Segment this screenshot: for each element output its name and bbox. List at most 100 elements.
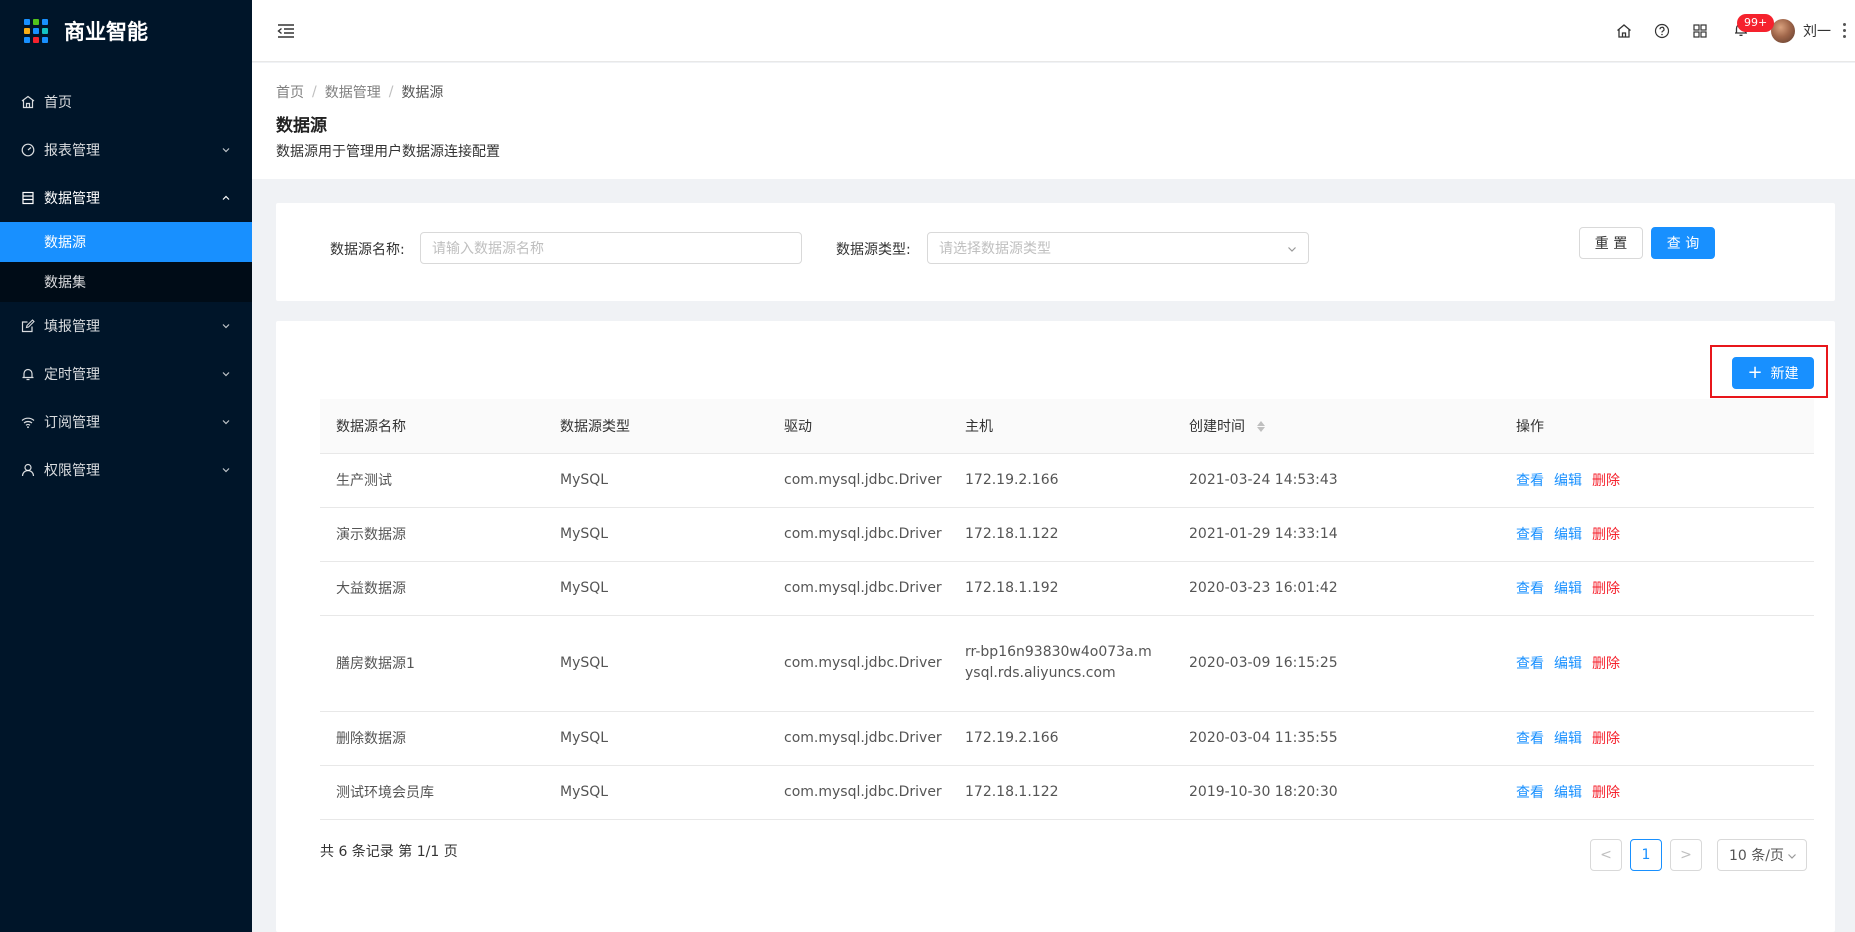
column-header-name: 数据源名称 [320,399,544,454]
edit-link[interactable]: 编辑 [1554,785,1582,801]
menu-fold-icon[interactable] [276,21,296,41]
plus-icon: + [1747,362,1763,383]
edit-link[interactable]: 编辑 [1554,656,1582,672]
sidebar-item-subscription-management[interactable]: 订阅管理 [0,398,252,446]
avatar[interactable] [1771,18,1795,43]
sidebar-item-reports[interactable]: 报表管理 [0,126,252,174]
app-title: 商业智能 [64,20,148,44]
sidebar-item-permission-management[interactable]: 权限管理 [0,446,252,494]
cell-created: 2021-01-29 14:33:14 [1173,507,1500,562]
sidebar-item-label: 定时管理 [44,367,100,383]
view-link[interactable]: 查看 [1516,581,1544,597]
logo[interactable]: 商业智能 [0,0,252,62]
cell-host: 172.19.2.166 [949,453,1173,508]
notification-badge: 99+ [1737,13,1775,32]
sort-icon[interactable] [1257,421,1266,433]
delete-link[interactable]: 删除 [1592,581,1620,597]
reset-button[interactable]: 重 置 [1579,227,1643,259]
cell-actions: 查看 编辑 删除 [1500,615,1814,712]
chevron-down-icon [1286,243,1298,255]
breadcrumb-separator: / [388,84,394,100]
table-row: 大益数据源 MySQL com.mysql.jdbc.Driver 172.18… [320,561,1814,616]
apps-grid-icon[interactable] [1681,12,1719,50]
datasource-type-select[interactable]: 请选择数据源类型 [927,232,1309,264]
sidebar-item-datasource[interactable]: 数据源 [0,222,252,262]
cell-type: MySQL [544,453,768,508]
logo-dot [24,28,30,34]
sidebar-item-label: 订阅管理 [44,415,100,431]
cell-actions: 查看 编辑 删除 [1500,711,1814,766]
more-vertical-icon[interactable] [1843,23,1849,38]
edit-link[interactable]: 编辑 [1554,527,1582,543]
edit-link[interactable]: 编辑 [1554,473,1582,489]
chevron-down-icon [1786,850,1798,862]
host-text: 172.19.2.166 [965,729,1059,746]
column-header-created-label: 创建时间 [1189,418,1245,435]
search-form: 数据源名称: 请输入数据源名称 数据源类型: 请选择数据源类型 重 置 查 询 [276,203,1835,301]
logo-dot [42,37,48,43]
notification-button[interactable]: 99+ [1719,12,1775,50]
logo-dot [42,28,48,34]
delete-link[interactable]: 删除 [1592,656,1620,672]
page-button-current[interactable]: 1 [1630,839,1662,871]
column-header-host: 主机 [949,399,1173,454]
chevron-down-icon [220,464,232,476]
prev-page-button[interactable]: < [1590,839,1622,871]
logo-dot [33,19,39,25]
sidebar-item-label: 数据管理 [44,191,100,207]
datasource-name-placeholder: 请输入数据源名称 [432,241,544,257]
sidebar-item-label: 数据源 [44,235,86,251]
database-icon [20,190,36,206]
column-header-created[interactable]: 创建时间 [1173,399,1500,454]
breadcrumb-item-current: 数据源 [401,85,444,101]
cell-created: 2019-10-30 18:20:30 [1173,765,1500,820]
chevron-down-icon [220,320,232,332]
view-link[interactable]: 查看 [1516,731,1544,747]
cell-driver: com.mysql.jdbc.Driver [768,507,949,562]
cell-type: MySQL [544,507,768,562]
next-page-button[interactable]: > [1670,839,1702,871]
help-icon[interactable] [1643,12,1681,50]
sidebar-item-label: 报表管理 [44,143,100,159]
view-link[interactable]: 查看 [1516,527,1544,543]
new-datasource-button[interactable]: + 新建 [1732,357,1814,389]
pagination-summary: 共 6 条记录 第 1/1 页 [320,844,458,860]
cell-name: 膳房数据源1 [320,615,544,712]
sidebar-item-dataset[interactable]: 数据集 [0,262,252,302]
sidebar-item-data-management[interactable]: 数据管理 [0,174,252,222]
breadcrumb-item-data-management[interactable]: 数据管理 [325,82,381,102]
sidebar-item-home[interactable]: 首页 [0,78,252,126]
cell-driver: com.mysql.jdbc.Driver [768,765,949,820]
edit-link[interactable]: 编辑 [1554,731,1582,747]
sidebar-item-form-management[interactable]: 填报管理 [0,302,252,350]
cell-host: 172.18.1.122 [949,507,1173,562]
datasource-name-input[interactable]: 请输入数据源名称 [420,232,802,264]
top-header: 99+ 刘一 [252,0,1855,62]
sidebar-item-schedule-management[interactable]: 定时管理 [0,350,252,398]
datasource-type-placeholder: 请选择数据源类型 [939,241,1051,257]
cell-type: MySQL [544,615,768,712]
query-button[interactable]: 查 询 [1651,227,1715,259]
chevron-down-icon [220,144,232,156]
page-size-value: 10 条/页 [1729,848,1784,864]
cell-created: 2021-03-24 14:53:43 [1173,453,1500,508]
view-link[interactable]: 查看 [1516,473,1544,489]
home-icon[interactable] [1605,12,1643,50]
delete-link[interactable]: 删除 [1592,527,1620,543]
view-link[interactable]: 查看 [1516,785,1544,801]
edit-link[interactable]: 编辑 [1554,581,1582,597]
breadcrumb-item-home[interactable]: 首页 [276,82,304,102]
page-size-select[interactable]: 10 条/页 [1717,839,1807,871]
chevron-up-icon [220,192,232,204]
delete-link[interactable]: 删除 [1592,785,1620,801]
logo-dot [33,37,39,43]
sidebar-item-label: 权限管理 [44,463,100,479]
datasource-type-label: 数据源类型: [836,242,911,258]
user-name[interactable]: 刘一 [1803,21,1831,41]
cell-actions: 查看 编辑 删除 [1500,507,1814,562]
delete-link[interactable]: 删除 [1592,473,1620,489]
view-link[interactable]: 查看 [1516,656,1544,672]
cell-name: 删除数据源 [320,711,544,766]
sidebar-item-label: 数据集 [44,275,86,291]
delete-link[interactable]: 删除 [1592,731,1620,747]
